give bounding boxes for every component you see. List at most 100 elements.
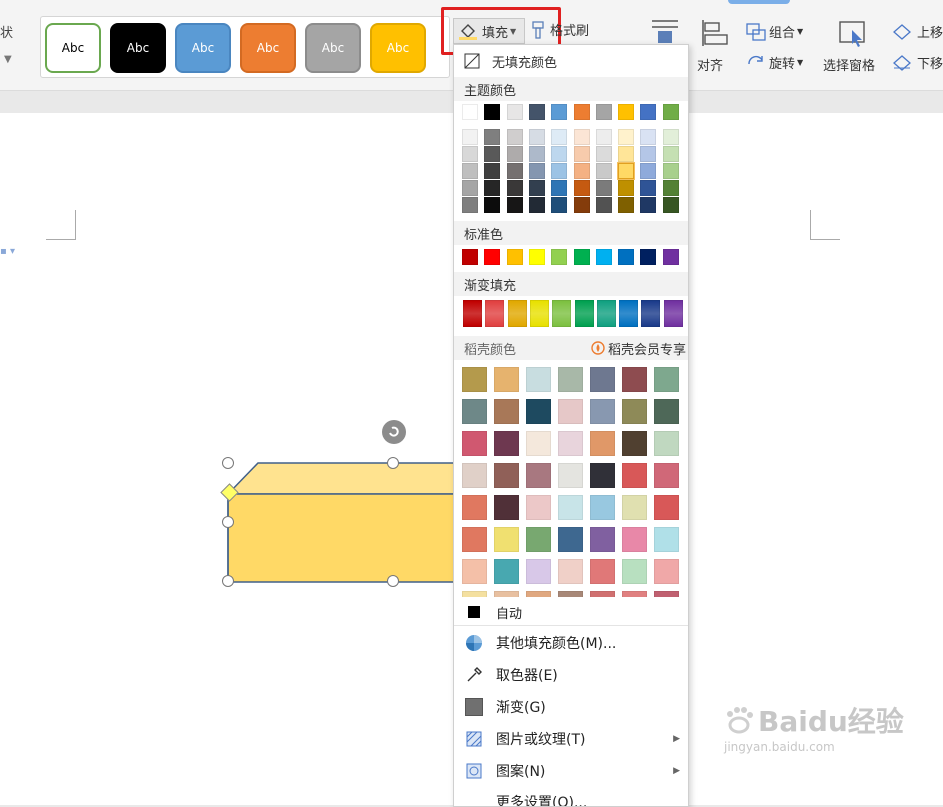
gradient-color-swatch[interactable] <box>574 300 594 327</box>
texture-swatch[interactable] <box>654 495 679 520</box>
texture-swatch[interactable] <box>558 399 583 424</box>
texture-swatch[interactable] <box>590 495 615 520</box>
resize-handle[interactable] <box>222 457 234 469</box>
theme-shade-swatch[interactable] <box>640 146 657 162</box>
auto-color-item[interactable]: 自动 <box>454 597 688 627</box>
selected-shape[interactable] <box>220 420 460 590</box>
texture-swatch[interactable] <box>558 431 583 456</box>
theme-color-swatch[interactable] <box>573 104 590 120</box>
theme-shade-swatch[interactable] <box>551 197 568 213</box>
send-backward-button[interactable]: 下移 <box>892 53 943 72</box>
theme-shade-swatch[interactable] <box>662 197 679 213</box>
theme-shade-swatch[interactable] <box>573 129 590 145</box>
style-swatch-black[interactable]: Abc <box>110 23 166 73</box>
theme-shade-swatch[interactable] <box>484 146 501 162</box>
resize-handle[interactable] <box>387 575 399 587</box>
texture-swatch[interactable] <box>558 527 583 552</box>
daoke-member-badge[interactable]: 稻壳会员专享 <box>591 339 686 358</box>
gradient-color-swatch[interactable] <box>552 300 572 327</box>
theme-shade-swatch[interactable] <box>462 146 478 162</box>
theme-shade-swatch[interactable] <box>640 180 657 196</box>
theme-shade-swatch[interactable] <box>506 129 523 145</box>
chevron-down-icon[interactable]: ▼ <box>4 54 12 65</box>
theme-shade-swatch[interactable] <box>506 146 523 162</box>
texture-swatch[interactable] <box>654 463 679 488</box>
standard-color-swatch[interactable] <box>595 249 612 265</box>
theme-shade-swatch[interactable] <box>617 162 636 180</box>
shape-menu-cut-label[interactable]: 状 <box>0 22 13 41</box>
theme-shade-swatch[interactable] <box>506 163 523 179</box>
texture-swatch[interactable] <box>558 559 583 584</box>
gradient-item[interactable]: 渐变(G) <box>454 692 688 722</box>
theme-color-swatch[interactable] <box>595 104 612 120</box>
texture-swatch[interactable] <box>462 367 487 392</box>
texture-swatch[interactable] <box>526 431 551 456</box>
gradient-color-swatch[interactable] <box>463 300 482 327</box>
texture-swatch[interactable] <box>526 527 551 552</box>
theme-shade-swatch[interactable] <box>506 180 523 196</box>
standard-color-swatch[interactable] <box>573 249 590 265</box>
standard-color-swatch[interactable] <box>662 249 679 265</box>
texture-swatch[interactable] <box>654 431 679 456</box>
theme-shade-swatch[interactable] <box>595 163 612 179</box>
texture-swatch[interactable] <box>526 399 551 424</box>
standard-color-swatch[interactable] <box>528 249 545 265</box>
theme-color-swatch[interactable] <box>506 104 523 120</box>
texture-swatch[interactable] <box>654 559 679 584</box>
theme-shade-swatch[interactable] <box>484 163 501 179</box>
standard-color-swatch[interactable] <box>484 249 501 265</box>
theme-shade-swatch[interactable] <box>528 163 545 179</box>
theme-shade-swatch[interactable] <box>528 180 545 196</box>
theme-shade-swatch[interactable] <box>618 129 635 145</box>
resize-handle[interactable] <box>222 575 234 587</box>
align-label[interactable]: 对齐 <box>697 55 723 74</box>
theme-color-swatch[interactable] <box>618 104 635 120</box>
standard-color-swatch[interactable] <box>618 249 635 265</box>
texture-swatch[interactable] <box>654 399 679 424</box>
texture-swatch[interactable] <box>494 463 519 488</box>
theme-shade-swatch[interactable] <box>462 129 478 145</box>
theme-shade-swatch[interactable] <box>573 146 590 162</box>
style-swatch-gold[interactable]: Abc <box>370 23 426 73</box>
more-settings-item[interactable]: 更多设置(O)... <box>454 787 688 806</box>
texture-swatch[interactable] <box>590 431 615 456</box>
texture-swatch[interactable] <box>654 367 679 392</box>
more-fill-colors-item[interactable]: 其他填充颜色(M)... <box>454 628 688 658</box>
texture-swatch[interactable] <box>622 559 647 584</box>
texture-swatch[interactable] <box>494 399 519 424</box>
theme-shade-swatch[interactable] <box>640 129 657 145</box>
gradient-color-swatch[interactable] <box>663 300 683 327</box>
texture-swatch[interactable] <box>558 495 583 520</box>
theme-shade-swatch[interactable] <box>528 197 545 213</box>
gradient-color-swatch[interactable] <box>596 300 616 327</box>
texture-swatch[interactable] <box>526 495 551 520</box>
theme-shade-swatch[interactable] <box>551 163 568 179</box>
texture-swatch[interactable] <box>494 527 519 552</box>
theme-shade-swatch[interactable] <box>573 197 590 213</box>
texture-swatch[interactable] <box>622 367 647 392</box>
theme-shade-swatch[interactable] <box>618 180 635 196</box>
texture-swatch[interactable] <box>558 463 583 488</box>
texture-swatch[interactable] <box>462 527 487 552</box>
theme-shade-swatch[interactable] <box>595 197 612 213</box>
texture-swatch[interactable] <box>622 463 647 488</box>
theme-shade-swatch[interactable] <box>662 129 679 145</box>
texture-swatch[interactable] <box>526 559 551 584</box>
texture-swatch[interactable] <box>590 463 615 488</box>
standard-color-swatch[interactable] <box>506 249 523 265</box>
texture-swatch[interactable] <box>590 559 615 584</box>
align-layout-icon[interactable] <box>700 18 730 52</box>
style-swatch-orange[interactable]: Abc <box>240 23 296 73</box>
theme-color-swatch[interactable] <box>551 104 568 120</box>
rotate-button[interactable]: 旋转 ▼ <box>746 53 803 72</box>
texture-swatch[interactable] <box>590 399 615 424</box>
theme-shade-swatch[interactable] <box>528 146 545 162</box>
texture-swatch[interactable] <box>526 463 551 488</box>
theme-shade-swatch[interactable] <box>618 146 635 162</box>
style-swatch-blue[interactable]: Abc <box>175 23 231 73</box>
theme-shade-swatch[interactable] <box>640 163 657 179</box>
theme-shade-swatch[interactable] <box>573 180 590 196</box>
standard-color-swatch[interactable] <box>551 249 568 265</box>
theme-shade-swatch[interactable] <box>551 146 568 162</box>
texture-swatch[interactable] <box>462 463 487 488</box>
